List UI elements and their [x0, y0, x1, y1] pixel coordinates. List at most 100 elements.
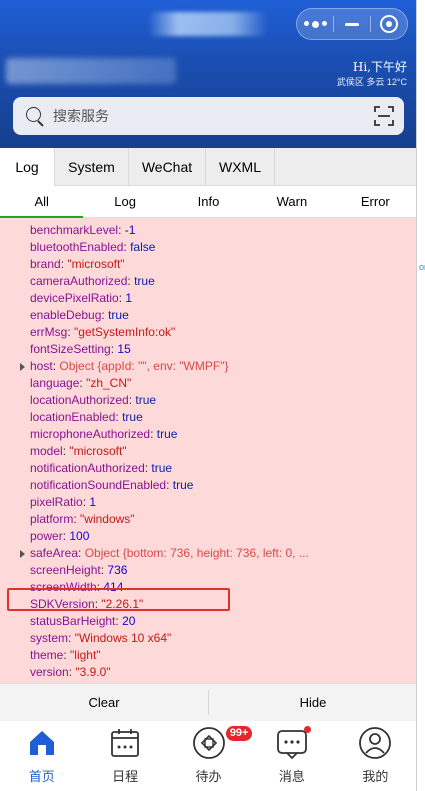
log-value: "Windows 10 x64" — [74, 631, 172, 645]
scan-icon[interactable] — [374, 106, 394, 126]
search-input[interactable]: 搜索服务 — [53, 106, 404, 126]
log-value: true — [151, 461, 173, 475]
tab-profile[interactable]: 我的 — [334, 721, 416, 791]
log-key: pixelRatio — [30, 495, 83, 509]
filter-info[interactable]: Info — [167, 186, 250, 217]
tab-messages[interactable]: 消息 — [250, 721, 333, 791]
log-key: safeArea — [30, 546, 79, 560]
log-value: 736 — [107, 563, 128, 577]
log-value: "zh_CN" — [86, 376, 132, 390]
log-entry: fontSizeSetting: 15 — [30, 342, 131, 356]
log-value: 100 — [69, 529, 90, 543]
hide-button[interactable]: Hide — [209, 684, 416, 721]
close-target-icon — [380, 15, 398, 33]
log-entry: locationAuthorized: true — [30, 393, 157, 407]
log-key: host — [30, 359, 53, 373]
log-value: Object {appId: "", env: "WMPF"} — [59, 359, 229, 373]
log-entry: screenHeight: 736 — [30, 563, 128, 577]
tab-wechat[interactable]: WeChat — [129, 148, 206, 186]
log-entry[interactable]: safeArea: Object {bottom: 736, height: 7… — [30, 545, 309, 562]
greeting-text: Hi,下午好 — [352, 60, 407, 74]
log-value: 1 — [89, 495, 97, 509]
tab-calendar[interactable]: 日程 — [83, 721, 166, 791]
log-key: power — [30, 529, 63, 543]
log-value: true — [134, 274, 155, 288]
more-dots-icon — [303, 20, 327, 28]
close-button[interactable] — [371, 9, 407, 39]
log-key: cameraAuthorized — [30, 274, 128, 288]
log-key: statusBarHeight — [30, 614, 116, 628]
search-icon — [25, 106, 45, 126]
minimize-button[interactable] — [334, 9, 370, 39]
log-key: benchmarkLevel — [30, 223, 119, 237]
log-entry: notificationSoundEnabled: true — [30, 478, 194, 492]
blurred-app-title — [148, 12, 268, 36]
calendar-icon — [111, 729, 140, 757]
log-entry: theme: "light" — [30, 648, 101, 662]
expand-triangle-icon[interactable] — [20, 550, 25, 558]
log-key: notificationAuthorized — [30, 461, 145, 475]
log-key: errMsg — [30, 325, 68, 339]
tab-log[interactable]: Log — [0, 148, 55, 186]
expand-triangle-icon[interactable] — [20, 363, 25, 371]
log-value: false — [130, 240, 156, 254]
tab-label: 我的 — [362, 769, 389, 784]
log-entry: statusBarHeight: 20 — [30, 614, 136, 628]
tab-system[interactable]: System — [55, 148, 129, 186]
log-value: "microsoft" — [67, 257, 125, 271]
vconsole-footer: Clear Hide — [0, 683, 416, 721]
log-entry[interactable]: host: Object {appId: "", env: "WMPF"} — [30, 358, 228, 375]
log-value: "getSystemInfo:ok" — [74, 325, 176, 339]
log-key: microphoneAuthorized — [30, 427, 151, 441]
log-value: 15 — [117, 342, 131, 356]
log-entry: microphoneAuthorized: true — [30, 427, 178, 441]
log-value: true — [135, 393, 157, 407]
log-value: "windows" — [80, 512, 135, 526]
log-value: true — [156, 427, 178, 441]
log-key: enableDebug — [30, 308, 102, 322]
log-entry: power: 100 — [30, 529, 90, 543]
log-value: -1 — [124, 223, 136, 237]
log-entry: errMsg: "getSystemInfo:ok" — [30, 325, 176, 339]
log-value: "microsoft" — [69, 444, 127, 458]
tab-label: 待办 — [195, 769, 222, 784]
log-value: "light" — [70, 648, 101, 662]
log-key: screenHeight — [30, 563, 101, 577]
log-value: 20 — [122, 614, 136, 628]
log-key: devicePixelRatio — [30, 291, 119, 305]
tab-label: 日程 — [112, 769, 139, 784]
log-entry: enableDebug: true — [30, 308, 129, 322]
log-entry: system: "Windows 10 x64" — [30, 631, 172, 645]
log-key: version — [30, 665, 69, 679]
mini-program-window: Hi,下午好 武侯区 多云 12°C 搜索服务 Log System WeCha… — [0, 0, 417, 791]
filter-all[interactable]: All — [0, 186, 84, 218]
log-key: locationAuthorized — [30, 393, 129, 407]
log-key: bluetoothEnabled — [30, 240, 124, 254]
filter-log[interactable]: Log — [83, 186, 166, 217]
log-entry: language: "zh_CN" — [30, 376, 132, 390]
tab-wxml[interactable]: WXML — [206, 148, 275, 186]
tab-todo[interactable]: 99+ 待办 — [167, 721, 253, 791]
log-key: platform — [30, 512, 74, 526]
vconsole-log-filters: All Log Info Warn Error — [0, 186, 416, 218]
log-key: theme — [30, 648, 64, 662]
log-panel[interactable]: benchmarkLevel: -1 bluetoothEnabled: fals… — [0, 218, 416, 683]
log-key: fontSizeSetting — [30, 342, 111, 356]
log-key: locationEnabled — [30, 410, 116, 424]
blurred-user-info — [6, 58, 176, 84]
minimize-icon — [345, 22, 359, 26]
log-entry: notificationAuthorized: true — [30, 461, 173, 475]
tab-label: 消息 — [278, 769, 305, 784]
sdk-version-highlight-box — [7, 588, 230, 611]
tab-label: 首页 — [28, 769, 55, 784]
search-bar[interactable]: 搜索服务 — [13, 97, 404, 135]
home-icon — [29, 731, 54, 755]
log-value: Object {bottom: 736, height: 736, left: … — [84, 546, 309, 560]
filter-warn[interactable]: Warn — [250, 186, 333, 217]
tab-home[interactable]: 首页 — [0, 721, 83, 791]
clear-button[interactable]: Clear — [0, 684, 208, 721]
vconsole-tabs: Log System WeChat WXML — [0, 148, 416, 186]
todo-icon — [192, 727, 225, 759]
more-button[interactable] — [297, 9, 333, 39]
filter-error[interactable]: Error — [334, 186, 416, 217]
